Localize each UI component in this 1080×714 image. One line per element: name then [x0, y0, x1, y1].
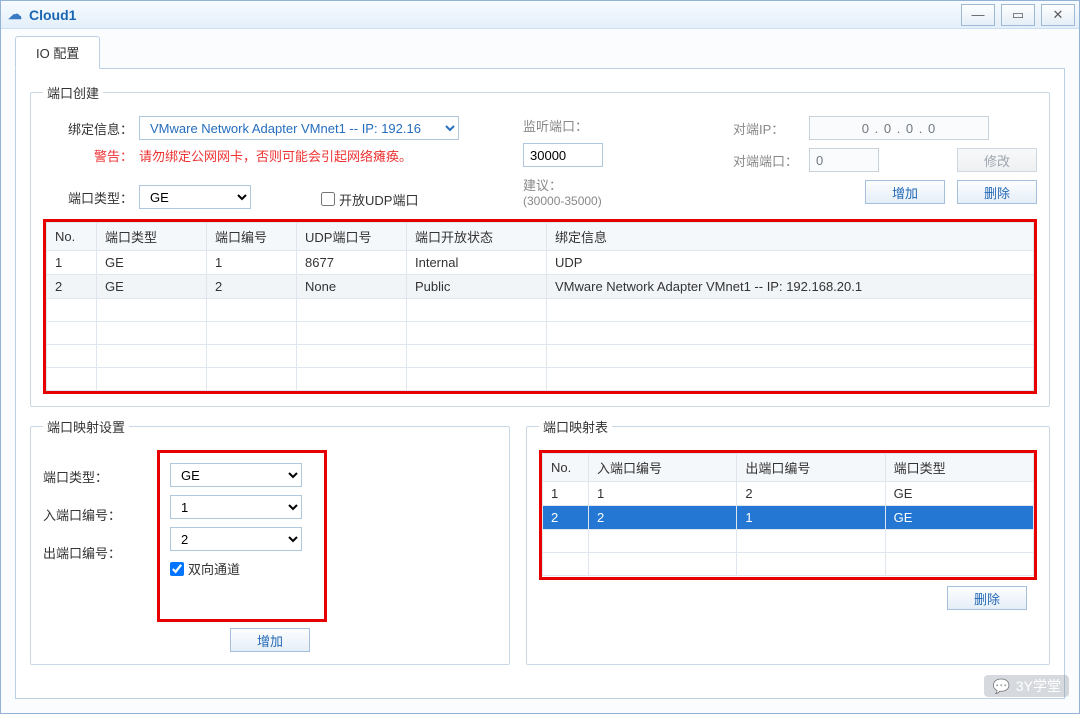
content-area: IO 配置 端口创建 绑定信息： VMware Network Adapter …	[1, 29, 1079, 713]
group-port-map-cfg: 端口映射设置 端口类型： 入端口编号： 出端口编号： GE 1 2	[30, 417, 510, 665]
open-udp-label: 开放UDP端口	[339, 190, 418, 209]
warn-label: 警告：	[43, 146, 139, 165]
window: ☁ Cloud1 — ▭ ✕ IO 配置 端口创建 绑定信息： VMware	[0, 0, 1080, 714]
map-th-in: 入端口编号	[589, 454, 737, 482]
modify-button[interactable]: 修改	[957, 148, 1037, 172]
group-port-map-cfg-legend: 端口映射设置	[43, 417, 129, 436]
cloud-icon: ☁	[7, 7, 23, 23]
listen-port-label: 监听端口：	[523, 116, 593, 135]
port-create-col1: 绑定信息： VMware Network Adapter VMnet1 -- I…	[43, 116, 483, 209]
open-udp-checkbox[interactable]	[321, 192, 335, 206]
peer-port-label: 对端端口：	[733, 151, 803, 170]
group-port-create-legend: 端口创建	[43, 83, 103, 102]
panel-body: 端口创建 绑定信息： VMware Network Adapter VMnet1…	[15, 69, 1065, 699]
map-port-type-label: 端口类型：	[43, 464, 153, 488]
window-buttons: — ▭ ✕	[961, 4, 1075, 26]
map-in-port-select[interactable]: 1	[170, 495, 302, 519]
group-port-map-table-legend: 端口映射表	[539, 417, 612, 436]
group-port-create: 端口创建 绑定信息： VMware Network Adapter VMnet1…	[30, 83, 1050, 407]
warn-text: 请勿绑定公网网卡，否则可能会引起网络瘫痪。	[139, 146, 412, 165]
watermark-text: 3Y学堂	[1016, 676, 1061, 696]
port-create-form: 绑定信息： VMware Network Adapter VMnet1 -- I…	[43, 116, 1037, 209]
bind-info-label: 绑定信息：	[43, 119, 139, 138]
listen-port-input[interactable]	[523, 143, 603, 167]
minimize-button[interactable]: —	[961, 4, 995, 26]
map-in-port-label: 入端口编号：	[43, 502, 153, 526]
port-th-state: 端口开放状态	[407, 223, 547, 251]
lower-area: 端口映射设置 端口类型： 入端口编号： 出端口编号： GE 1 2	[30, 417, 1050, 675]
add-port-button[interactable]: 增加	[865, 180, 945, 204]
peer-ip-label: 对端IP：	[733, 119, 803, 138]
delete-port-button[interactable]: 删除	[957, 180, 1037, 204]
map-table[interactable]: No. 入端口编号 出端口编号 端口类型 1 1 2 GE	[542, 453, 1034, 576]
map-out-port-select[interactable]: 2	[170, 527, 302, 551]
close-button[interactable]: ✕	[1041, 4, 1075, 26]
bind-info-select[interactable]: VMware Network Adapter VMnet1 -- IP: 192…	[139, 116, 459, 140]
table-row-empty	[47, 299, 1034, 322]
bidir-checkbox[interactable]	[170, 562, 184, 576]
peer-ip-input[interactable]: 0 . 0 . 0 . 0	[809, 116, 989, 140]
peer-port-input[interactable]: 0	[809, 148, 879, 172]
port-table-highlight: No. 端口类型 端口编号 UDP端口号 端口开放状态 绑定信息 1 GE 1	[43, 219, 1037, 394]
port-type-select[interactable]: GE	[139, 185, 251, 209]
map-th-no: No.	[543, 454, 589, 482]
table-row-empty	[47, 322, 1034, 345]
wechat-icon: 💬	[992, 678, 1009, 695]
map-table-highlight: No. 入端口编号 出端口编号 端口类型 1 1 2 GE	[539, 450, 1037, 580]
table-row-empty	[543, 530, 1034, 553]
advice-label: 建议：	[523, 175, 593, 194]
port-th-no: No.	[47, 223, 97, 251]
table-row[interactable]: 1 1 2 GE	[543, 482, 1034, 506]
map-delete-button[interactable]: 删除	[947, 586, 1027, 610]
port-create-col3: 对端IP： 0 . 0 . 0 . 0 对端端口： 0 修改 增加 删除	[733, 116, 1037, 209]
port-th-udp: UDP端口号	[297, 223, 407, 251]
port-th-type: 端口类型	[97, 223, 207, 251]
port-create-col2: 监听端口： 建议： (30000-35000)	[523, 116, 693, 209]
bidir-label: 双向通道	[188, 559, 240, 578]
table-row[interactable]: 2 GE 2 None Public VMware Network Adapte…	[47, 275, 1034, 299]
port-th-idx: 端口编号	[207, 223, 297, 251]
tab-io-config[interactable]: IO 配置	[15, 36, 100, 69]
map-th-type: 端口类型	[885, 454, 1033, 482]
title-bar: ☁ Cloud1 — ▭ ✕	[1, 1, 1079, 29]
map-port-type-select[interactable]: GE	[170, 463, 302, 487]
map-out-port-label: 出端口编号：	[43, 540, 153, 564]
advice-range: (30000-35000)	[523, 194, 693, 208]
table-row-empty	[47, 345, 1034, 368]
table-row-empty	[47, 368, 1034, 391]
group-port-map-table: 端口映射表 No. 入端口编号 出端口编号 端口类型	[526, 417, 1050, 665]
window-title: Cloud1	[29, 7, 961, 23]
port-type-label: 端口类型：	[43, 188, 139, 207]
table-row[interactable]: 2 2 1 GE	[543, 506, 1034, 530]
maximize-button[interactable]: ▭	[1001, 4, 1035, 26]
port-th-bind: 绑定信息	[547, 223, 1034, 251]
watermark: 💬 3Y学堂	[984, 675, 1069, 697]
tabs-bar: IO 配置	[15, 39, 1065, 69]
map-controls-highlight: GE 1 2 双向通道	[157, 450, 327, 622]
map-add-button[interactable]: 增加	[230, 628, 310, 652]
map-th-out: 出端口编号	[737, 454, 885, 482]
table-row[interactable]: 1 GE 1 8677 Internal UDP	[47, 251, 1034, 275]
port-table[interactable]: No. 端口类型 端口编号 UDP端口号 端口开放状态 绑定信息 1 GE 1	[46, 222, 1034, 391]
table-row-empty	[543, 553, 1034, 576]
